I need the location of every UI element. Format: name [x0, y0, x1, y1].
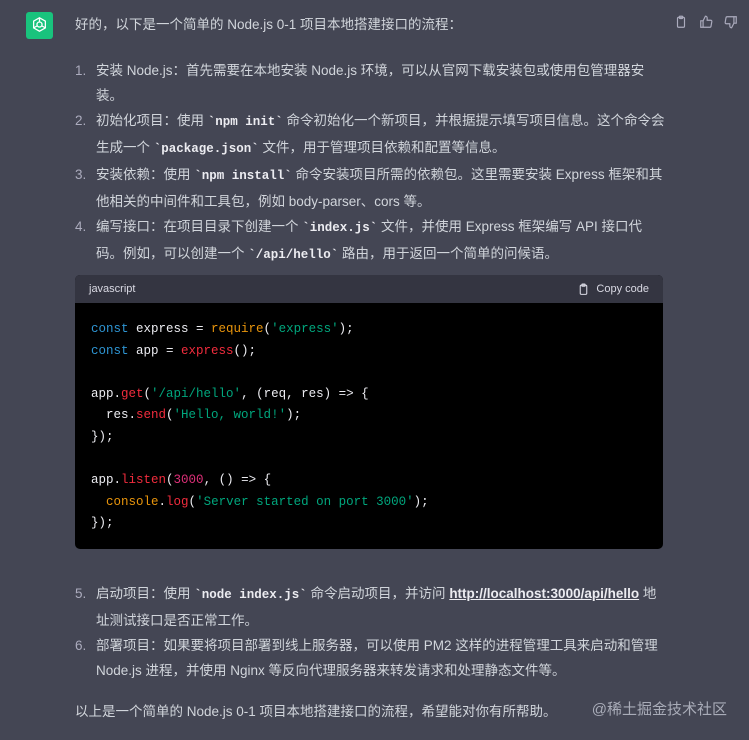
message-actions [673, 14, 739, 30]
step-text: 文件，用于管理项目依赖和配置等信息。 [258, 140, 506, 155]
assistant-avatar [26, 12, 53, 39]
clipboard-icon [580, 283, 588, 295]
inline-code: `index.js` [302, 221, 378, 235]
openai-logo-icon [30, 15, 49, 37]
list-item: 4. 编写接口：在项目目录下创建一个 `index.js` 文件，并使用 Exp… [75, 214, 665, 268]
message-intro: 好的，以下是一个简单的 Node.js 0-1 项目本地搭建接口的流程： [75, 17, 463, 32]
list-number: 2. [75, 113, 87, 128]
step-text: 编写接口：在项目目录下创建一个 [96, 219, 303, 234]
list-item: 5. 启动项目：使用 `node index.js` 命令启动项目，并访问 ht… [75, 581, 665, 633]
localhost-link[interactable]: http://localhost:3000/api/hello [449, 586, 639, 601]
inline-code: `/api/hello` [248, 248, 339, 262]
list-number: 1. [75, 63, 87, 78]
message-outro: 以上是一个简单的 Node.js 0-1 项目本地搭建接口的流程，希望能对你有所… [75, 704, 557, 719]
thumbs-down-button[interactable] [723, 14, 739, 30]
inline-code: `npm install` [194, 169, 292, 183]
step-text: 启动项目：使用 [96, 586, 195, 601]
inline-code: `package.json` [153, 142, 259, 156]
list-number: 4. [75, 219, 87, 234]
code-block-header: javascript Copy code [75, 275, 663, 303]
code-content: const express = require('express'); cons… [91, 322, 429, 531]
code-block: javascript Copy code const express = req… [75, 275, 663, 549]
list-number: 5. [75, 586, 87, 601]
inline-code: `node index.js` [194, 588, 307, 602]
inline-code: `npm init` [207, 115, 283, 129]
steps-list-b: 5. 启动项目：使用 `node index.js` 命令启动项目，并访问 ht… [75, 581, 665, 683]
list-item: 1. 安装 Node.js：首先需要在本地安装 Node.js 环境，可以从官网… [75, 58, 665, 108]
step-text: 安装 Node.js：首先需要在本地安装 Node.js 环境，可以从官网下载安… [96, 63, 645, 103]
steps-list-a: 1. 安装 Node.js：首先需要在本地安装 Node.js 环境，可以从官网… [75, 58, 665, 268]
watermark: @稀土掘金技术社区 [592, 698, 727, 719]
step-text: 路由，用于返回一个简单的问候语。 [338, 246, 559, 261]
thumbs-up-icon [700, 15, 713, 28]
step-text: 命令启动项目，并访问 [306, 586, 450, 601]
code-language: javascript [89, 283, 136, 295]
copy-code-button[interactable]: Copy code [577, 283, 649, 296]
list-item: 3. 安装依赖：使用 `npm install` 命令安装项目所需的依赖包。这里… [75, 162, 665, 214]
copy-code-label: Copy code [596, 283, 649, 295]
step-text: 初始化项目：使用 [96, 113, 208, 128]
list-item: 2. 初始化项目：使用 `npm init` 命令初始化一个新项目，并根据提示填… [75, 108, 665, 162]
list-number: 6. [75, 638, 87, 653]
clipboard-icon [676, 15, 686, 28]
thumbs-down-icon [724, 16, 737, 29]
step-text: 安装依赖：使用 [96, 167, 195, 182]
copy-message-button[interactable] [673, 14, 689, 30]
list-number: 3. [75, 167, 87, 182]
watermark-text: @稀土掘金技术社区 [591, 701, 727, 718]
thumbs-up-button[interactable] [698, 14, 714, 30]
list-item: 6. 部署项目：如果要将项目部署到线上服务器，可以使用 PM2 这样的进程管理工… [75, 633, 665, 683]
step-text: 部署项目：如果要将项目部署到线上服务器，可以使用 PM2 这样的进程管理工具来启… [96, 638, 658, 678]
